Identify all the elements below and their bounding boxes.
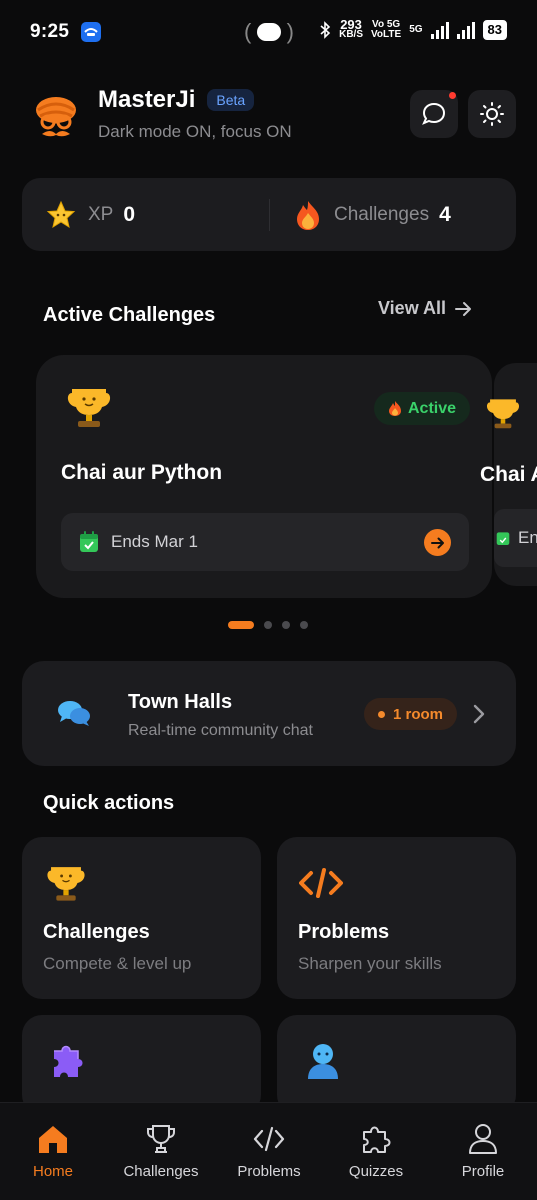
active-challenges-heading: Active Challenges	[43, 304, 216, 326]
brand-name: MasterJi	[98, 86, 196, 113]
challenge-title: Chai aur Python	[61, 461, 223, 484]
challenges-value: 4	[439, 202, 451, 226]
calendar-check-icon	[496, 532, 510, 545]
brand: MasterJi Beta	[98, 86, 255, 114]
active-status-badge: Active	[374, 392, 471, 425]
puzzle-icon	[359, 1123, 393, 1155]
quick-action-subtitle: Compete & level up	[43, 954, 192, 973]
chat-button[interactable]	[410, 90, 458, 138]
challenges-carousel[interactable]: Active Chai aur Python Ends Mar 1 Chai A…	[0, 355, 537, 600]
nav-item-quizzes[interactable]: Quizzes	[326, 1123, 426, 1180]
nav-item-home[interactable]: Home	[3, 1123, 103, 1180]
nav-item-challenges[interactable]: Challenges	[111, 1123, 211, 1180]
fire-icon	[389, 401, 401, 416]
challenge-ends-label-next: En	[518, 528, 537, 547]
xp-value: 0	[123, 202, 136, 226]
star-icon	[46, 200, 76, 228]
status-time: 9:25	[30, 21, 70, 42]
quick-action-problems[interactable]: Problems Sharpen your skills	[277, 837, 516, 999]
signal-icon-2	[456, 21, 475, 39]
bottom-navigation: Home Challenges Problems Quizzes Profile	[0, 1102, 537, 1200]
nav-label: Quizzes	[348, 1163, 404, 1180]
signal-icon	[430, 21, 449, 39]
trophy-icon	[47, 867, 85, 901]
quick-action-quizzes[interactable]	[22, 1015, 261, 1115]
notification-dot	[449, 92, 456, 99]
quick-action-subtitle: Sharpen your skills	[298, 954, 442, 973]
challenge-card[interactable]: Active Chai aur Python Ends Mar 1	[36, 355, 492, 598]
view-all-label: View All	[378, 298, 447, 318]
stats-card: XP 0 Challenges 4	[22, 178, 516, 251]
xp-stat: XP 0	[22, 200, 269, 230]
code-icon	[299, 868, 343, 898]
challenge-deadline: Ends Mar 1	[61, 513, 469, 571]
chat-icon	[422, 102, 446, 125]
trophy-outline-icon	[144, 1123, 178, 1155]
theme-toggle-button[interactable]	[468, 90, 516, 138]
calendar-check-icon	[80, 531, 98, 552]
carousel-pager[interactable]	[228, 621, 308, 629]
active-status-label: Active	[408, 399, 457, 417]
view-all-link[interactable]: View All	[378, 298, 472, 319]
volte-indicator: Vo 5G VoLTE	[371, 19, 402, 40]
bluetooth-icon	[320, 21, 331, 39]
quick-action-title: Challenges	[43, 921, 150, 943]
open-challenge-button[interactable]	[424, 529, 451, 556]
nav-label: Challenges	[123, 1163, 199, 1180]
pager-dot[interactable]	[282, 621, 290, 629]
mode-status: Dark mode ON, focus ON	[98, 122, 292, 141]
challenge-deadline-next: En	[494, 509, 537, 567]
puzzle-icon	[54, 1045, 83, 1077]
nav-item-problems[interactable]: Problems	[219, 1123, 319, 1180]
pager-dot[interactable]	[300, 621, 308, 629]
xp-label: XP	[88, 203, 114, 225]
person-icon	[308, 1044, 338, 1079]
network-speed: 293 KB/S	[339, 17, 363, 40]
arrow-right-icon	[455, 301, 472, 316]
hotspot-indicator: ()	[244, 19, 294, 44]
battery-icon: 83	[482, 20, 507, 40]
notification-app-icon	[81, 22, 102, 42]
nav-label: Home	[32, 1163, 73, 1180]
nav-item-profile[interactable]: Profile	[433, 1123, 533, 1180]
masterji-logo	[36, 97, 76, 137]
challenge-ends-label: Ends Mar 1	[111, 532, 198, 551]
pager-dot-active[interactable]	[228, 621, 254, 629]
live-dot	[378, 710, 385, 718]
challenges-label: Challenges	[334, 203, 430, 225]
town-halls-subtitle: Real-time community chat	[128, 722, 313, 739]
hotspot-icon	[257, 23, 281, 41]
nav-label: Problems	[237, 1163, 301, 1180]
quick-action-title: Problems	[298, 921, 390, 943]
challenges-stat: Challenges 4	[269, 198, 516, 231]
home-icon	[36, 1123, 70, 1155]
status-bar: 9:25 () 293 KB/S Vo 5G VoLTE 5G 83	[0, 0, 537, 64]
quick-action-challenges[interactable]: Challenges Compete & level up	[22, 837, 261, 999]
5g-indicator: 5G	[409, 24, 423, 35]
sun-icon	[480, 102, 504, 126]
quick-actions-heading: Quick actions	[43, 792, 175, 814]
town-halls-title: Town Halls	[128, 691, 233, 713]
trophy-icon	[67, 389, 111, 427]
challenge-title-next: Chai A	[480, 463, 537, 486]
room-count-label: 1 room	[393, 705, 444, 723]
beta-badge: Beta	[207, 89, 255, 111]
quick-action-profile[interactable]	[277, 1015, 516, 1115]
status-indicators: 293 KB/S Vo 5G VoLTE 5G 83	[319, 17, 507, 40]
pager-dot[interactable]	[264, 621, 272, 629]
chat-bubbles-icon	[58, 701, 90, 726]
user-icon	[466, 1123, 500, 1155]
room-count-badge: 1 room	[364, 698, 458, 730]
challenge-card-next[interactable]: Chai A En	[480, 363, 537, 586]
arrow-right-icon	[430, 537, 444, 548]
trophy-icon	[486, 399, 520, 429]
nav-label: Profile	[461, 1163, 505, 1180]
code-icon	[252, 1123, 286, 1155]
app-header: MasterJi Beta Dark mode ON, focus ON	[30, 86, 516, 146]
town-halls-card[interactable]: Town Halls Real-time community chat 1 ro…	[22, 661, 516, 766]
chevron-right-icon	[473, 704, 485, 724]
fire-icon	[297, 200, 319, 230]
